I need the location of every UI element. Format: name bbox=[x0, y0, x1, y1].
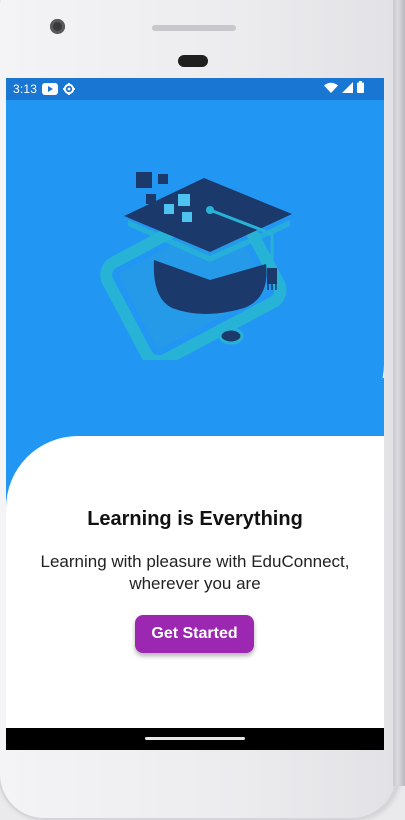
battery-icon bbox=[357, 80, 364, 98]
proximity-sensor bbox=[178, 55, 208, 67]
graduation-cap-phone-icon bbox=[100, 172, 292, 360]
app-screen: 3:13 Learning is Everything Learning wit… bbox=[6, 78, 384, 750]
earpiece-speaker bbox=[152, 25, 236, 31]
hero-banner bbox=[6, 100, 384, 436]
page-title: Learning is Everything bbox=[87, 508, 303, 530]
subtitle-line-2: wherever you are bbox=[129, 574, 261, 593]
device-edge bbox=[393, 0, 405, 786]
youtube-icon bbox=[42, 83, 59, 95]
wifi-icon bbox=[324, 80, 338, 98]
settings-icon bbox=[63, 83, 76, 95]
status-icons-right bbox=[324, 78, 364, 100]
get-started-button[interactable]: Get Started bbox=[135, 615, 254, 653]
navigation-bar bbox=[6, 728, 384, 750]
home-gesture-handle[interactable] bbox=[145, 737, 245, 740]
status-bar: 3:13 bbox=[6, 78, 384, 100]
signal-icon bbox=[342, 80, 353, 98]
status-time: 3:13 bbox=[13, 82, 38, 96]
subtitle-line-1: Learning with pleasure with EduConnect, bbox=[40, 552, 350, 571]
front-camera bbox=[50, 19, 65, 34]
page-subtitle: Learning with pleasure with EduConnect, … bbox=[20, 551, 370, 595]
